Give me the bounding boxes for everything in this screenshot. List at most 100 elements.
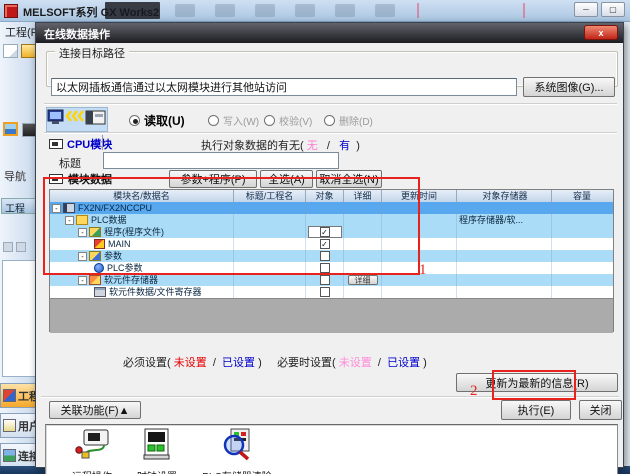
ghost-toolbar-button bbox=[295, 4, 315, 17]
plc-parameter-icon bbox=[94, 263, 104, 273]
ghost-toolbar-button bbox=[255, 4, 275, 17]
project-tree-pane[interactable] bbox=[2, 260, 38, 377]
table-row-main[interactable]: MAIN ✓ bbox=[50, 238, 613, 250]
separator bbox=[44, 132, 617, 134]
radio-delete: 删除(D) bbox=[324, 113, 373, 128]
target-checkbox[interactable]: ✓ bbox=[320, 239, 330, 249]
user-library-icon bbox=[3, 419, 16, 432]
target-checkbox[interactable] bbox=[320, 263, 330, 273]
radio-write: 写入(W) bbox=[208, 113, 259, 128]
radio-read[interactable]: 读取(U) bbox=[129, 112, 185, 129]
project-icon bbox=[3, 389, 16, 402]
divider bbox=[102, 135, 103, 150]
main-window-titlebar: MELSOFT系列 GX Works2 ─ ▢ bbox=[0, 0, 630, 22]
radio-icon bbox=[208, 115, 219, 126]
table-empty-area bbox=[50, 298, 613, 333]
table-row-parameter[interactable]: - 参数 bbox=[50, 250, 613, 262]
table-row-plc-data[interactable]: - PLC数据 程序存储器/软... bbox=[50, 214, 613, 226]
table-header-row: 模块名/数据名 标题/工程名 对象 详细 更新时间 对象存储器 容量 bbox=[50, 190, 613, 202]
clock-setting-item[interactable]: 时钟设置 bbox=[131, 428, 183, 474]
ghost-toolbar-button bbox=[335, 4, 355, 17]
related-functions-button[interactable]: 关联功能(F)▲ bbox=[49, 401, 141, 419]
cpu-module-icon bbox=[49, 139, 63, 149]
ghost-toolbar-button bbox=[175, 4, 195, 17]
required-set-link[interactable]: 已设置 bbox=[222, 357, 255, 369]
table-row-plc-parameter[interactable]: PLC参数 bbox=[50, 262, 613, 274]
settings-legend: 必须设置( 未设置 / 已设置 ) 必要时设置( 未设置 / 已设置 ) bbox=[123, 354, 427, 370]
target-memory-cell: 程序存储器/软... bbox=[457, 214, 552, 226]
target-checkbox[interactable] bbox=[320, 275, 330, 285]
minimize-button[interactable]: ─ bbox=[574, 2, 598, 17]
related-functions-panel: 远程操作 时钟设置 bbox=[45, 424, 618, 474]
cpu-icon bbox=[63, 203, 75, 213]
sidebar-item-connect[interactable]: 连接 bbox=[0, 443, 38, 468]
tree-collapse-icon[interactable]: - bbox=[78, 276, 87, 285]
table-row-device-data[interactable]: 软元件数据/文件寄存器 bbox=[50, 286, 613, 298]
deselect-all-button[interactable]: 取消全选(N) bbox=[316, 170, 382, 188]
ghost-separator bbox=[417, 3, 419, 18]
new-file-icon[interactable] bbox=[3, 44, 18, 58]
navigation-pane-label: 导航 bbox=[4, 168, 26, 184]
target-checkbox[interactable] bbox=[320, 251, 330, 261]
device-data-icon bbox=[94, 287, 106, 297]
radio-selected-icon bbox=[129, 115, 140, 126]
remote-operation-icon bbox=[73, 428, 111, 462]
tree-collapse-icon[interactable]: - bbox=[78, 252, 87, 261]
exist-link[interactable]: 有 bbox=[339, 140, 350, 152]
none-link[interactable]: 无 bbox=[307, 140, 318, 152]
target-checkbox[interactable]: ✓ bbox=[320, 227, 330, 237]
table-row-cpu[interactable]: - FX2N/FX2NCCPU bbox=[50, 202, 613, 214]
table-row-program[interactable]: - 程序(程序文件) ✓ bbox=[50, 226, 613, 238]
target-checkbox[interactable] bbox=[320, 287, 330, 297]
module-data-table: 模块名/数据名 标题/工程名 对象 详细 更新时间 对象存储器 容量 - FX2… bbox=[49, 189, 614, 332]
project-pane-header: 工程 bbox=[1, 198, 38, 214]
maximize-button[interactable]: ▢ bbox=[601, 2, 625, 17]
sidebar-item-user[interactable]: 用户 bbox=[0, 413, 38, 438]
separator bbox=[44, 103, 617, 105]
pane-tool-icon[interactable] bbox=[16, 242, 26, 252]
module-data-icon bbox=[49, 174, 63, 184]
ghost-separator bbox=[523, 3, 525, 18]
refresh-info-button[interactable]: 更新为最新的信息(R) bbox=[456, 373, 618, 392]
main-program-icon bbox=[94, 239, 105, 249]
tree-collapse-icon[interactable]: - bbox=[52, 204, 61, 213]
optional-not-set-link[interactable]: 未设置 bbox=[339, 357, 372, 369]
connection-group-label: 连接目标路径 bbox=[55, 45, 129, 61]
online-data-operation-dialog: 在线数据操作 x 连接目标路径 系统图像(G)... 读取(U) bbox=[35, 22, 624, 468]
dialog-close-button[interactable]: x bbox=[584, 25, 618, 40]
table-row-device-memory[interactable]: - 软元件存储器 详细 bbox=[50, 274, 613, 286]
sidebar-item-project[interactable]: 工程 bbox=[0, 383, 38, 408]
view-toggle-icon[interactable] bbox=[3, 122, 18, 136]
close-button[interactable]: 关闭 bbox=[579, 400, 622, 420]
system-image-button[interactable]: 系统图像(G)... bbox=[523, 77, 615, 97]
separator bbox=[41, 396, 619, 398]
connection-path-field[interactable] bbox=[51, 78, 517, 96]
tree-collapse-icon[interactable]: - bbox=[78, 228, 87, 237]
required-not-set-link[interactable]: 未设置 bbox=[174, 357, 207, 369]
pane-tool-icon[interactable] bbox=[3, 242, 13, 252]
radio-verify: 校验(V) bbox=[264, 113, 312, 128]
clock-setting-icon bbox=[141, 428, 173, 462]
remote-operation-item[interactable]: 远程操作 bbox=[66, 428, 118, 474]
menu-project[interactable]: 工程(P bbox=[5, 24, 38, 40]
execute-button[interactable]: 执行(E) bbox=[501, 400, 571, 420]
dialog-title: 在线数据操作 bbox=[44, 29, 110, 41]
target-data-exist-label: 执行对象数据的有无( 无 / 有 ) bbox=[201, 137, 360, 153]
ghost-toolbar-button bbox=[215, 4, 235, 17]
parameter-program-button[interactable]: 参数+程序(P) bbox=[169, 170, 257, 188]
title-label: 标题 bbox=[59, 155, 81, 171]
connect-destination-icon bbox=[3, 449, 16, 462]
title-field[interactable] bbox=[103, 152, 339, 169]
open-folder-icon[interactable] bbox=[21, 44, 36, 58]
select-all-button[interactable]: 全选(A) bbox=[260, 170, 313, 188]
plc-memory-clear-item[interactable]: PLC存储器清除 bbox=[194, 428, 280, 474]
parameter-folder-icon bbox=[89, 251, 101, 261]
radio-icon bbox=[264, 115, 275, 126]
tree-collapse-icon[interactable]: - bbox=[65, 216, 74, 225]
dialog-titlebar[interactable]: 在线数据操作 x bbox=[36, 23, 623, 43]
optional-set-link[interactable]: 已设置 bbox=[387, 357, 420, 369]
detail-button[interactable]: 详细 bbox=[348, 275, 378, 285]
melsoft-app-icon bbox=[4, 4, 18, 18]
ghost-toolbar-block bbox=[105, 2, 160, 19]
ghost-toolbar-button bbox=[375, 4, 395, 17]
